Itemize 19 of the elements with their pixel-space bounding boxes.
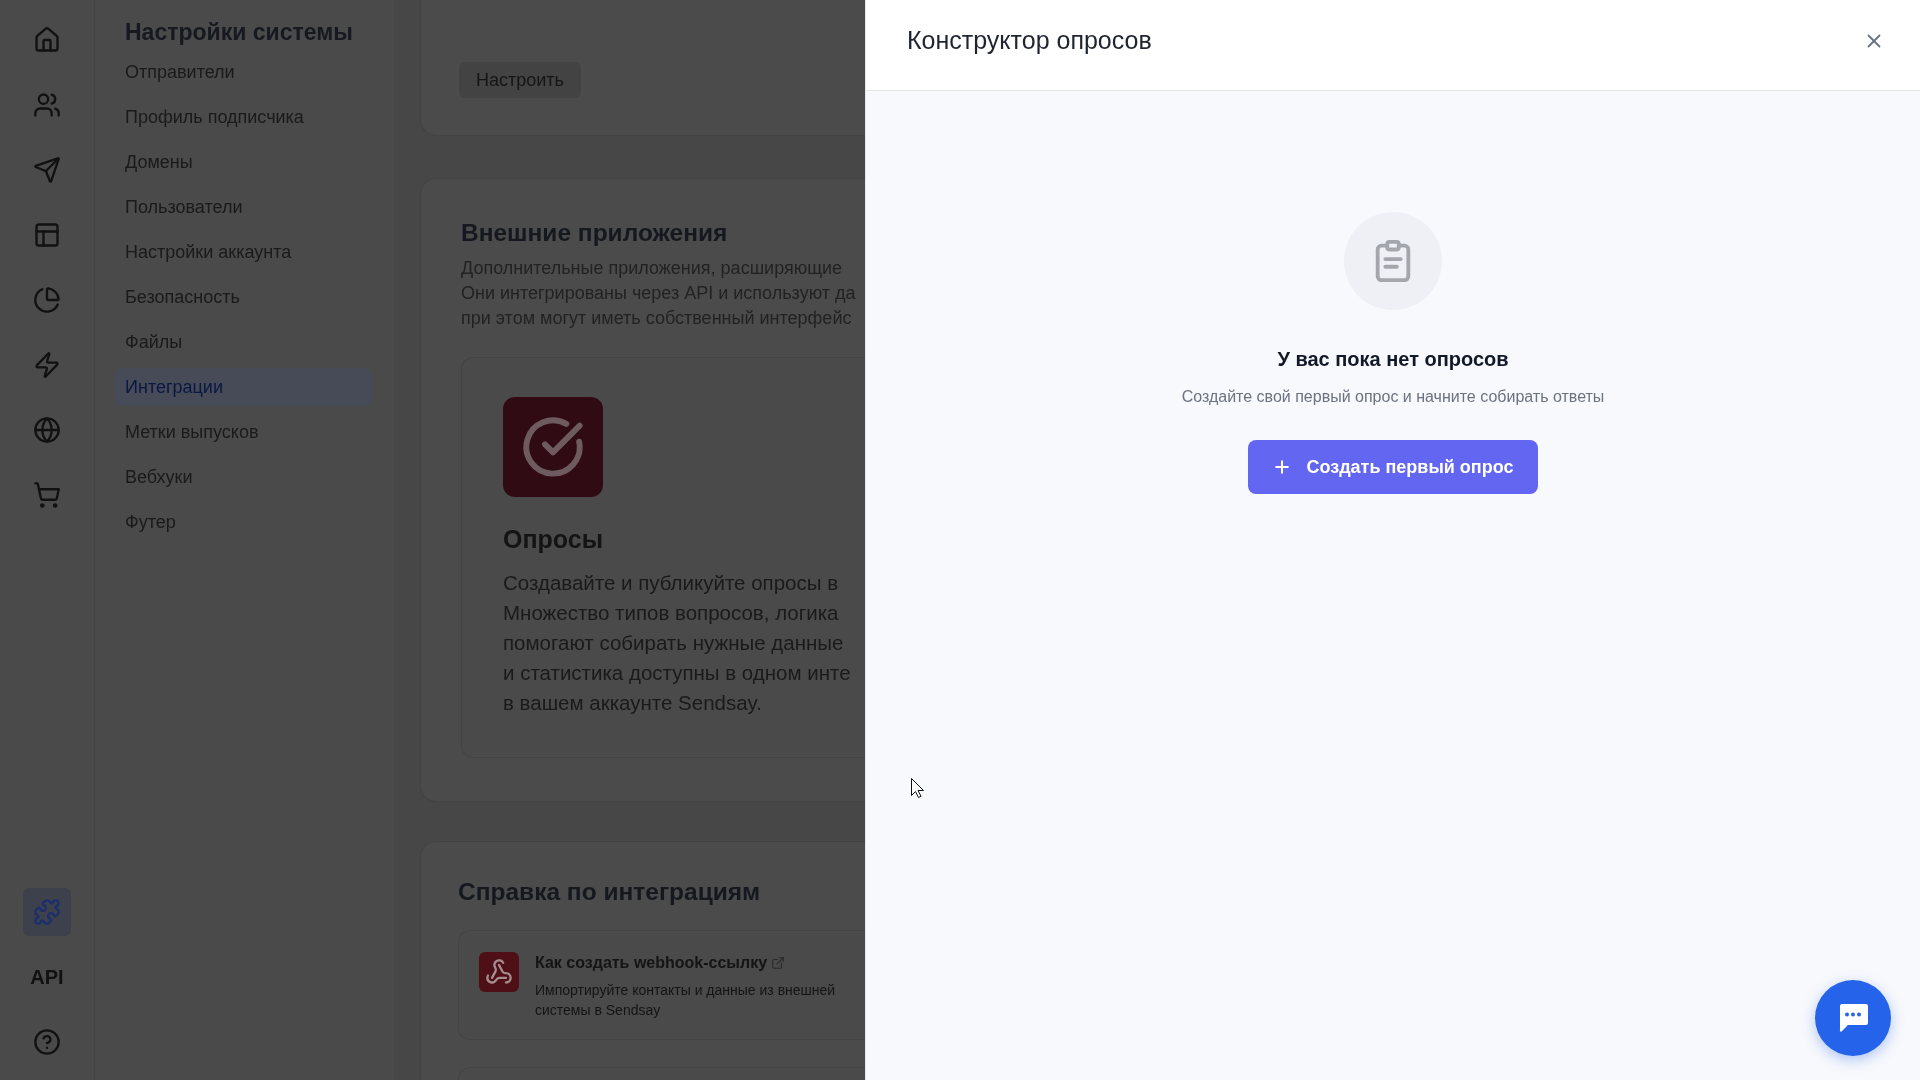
pie-chart-icon [33, 286, 61, 314]
mouse-cursor-icon [911, 778, 924, 798]
globe-icon [33, 416, 61, 444]
rail-button[interactable] [23, 888, 71, 936]
empty-state-text: Создайте свой первый опрос и начните собирать ответы [1181, 387, 1605, 407]
help-icon [33, 1028, 61, 1056]
users-icon [33, 91, 61, 119]
paper-plane-icon [33, 156, 61, 184]
empty-state-title: У вас пока нет опросов [1277, 347, 1509, 372]
puzzle-icon [33, 898, 61, 926]
create-survey-button[interactable]: Создать первый опрос [1248, 440, 1538, 494]
layout-icon [33, 221, 61, 249]
home-icon [33, 26, 61, 54]
drawer-title: Конструктор опросов [907, 25, 1152, 57]
sidebar-item[interactable]: Интеграции [115, 368, 372, 406]
api-button[interactable]: API [23, 953, 71, 1001]
webhook-icon [479, 952, 519, 992]
lightning-icon [33, 351, 61, 379]
cart-icon [33, 481, 61, 509]
